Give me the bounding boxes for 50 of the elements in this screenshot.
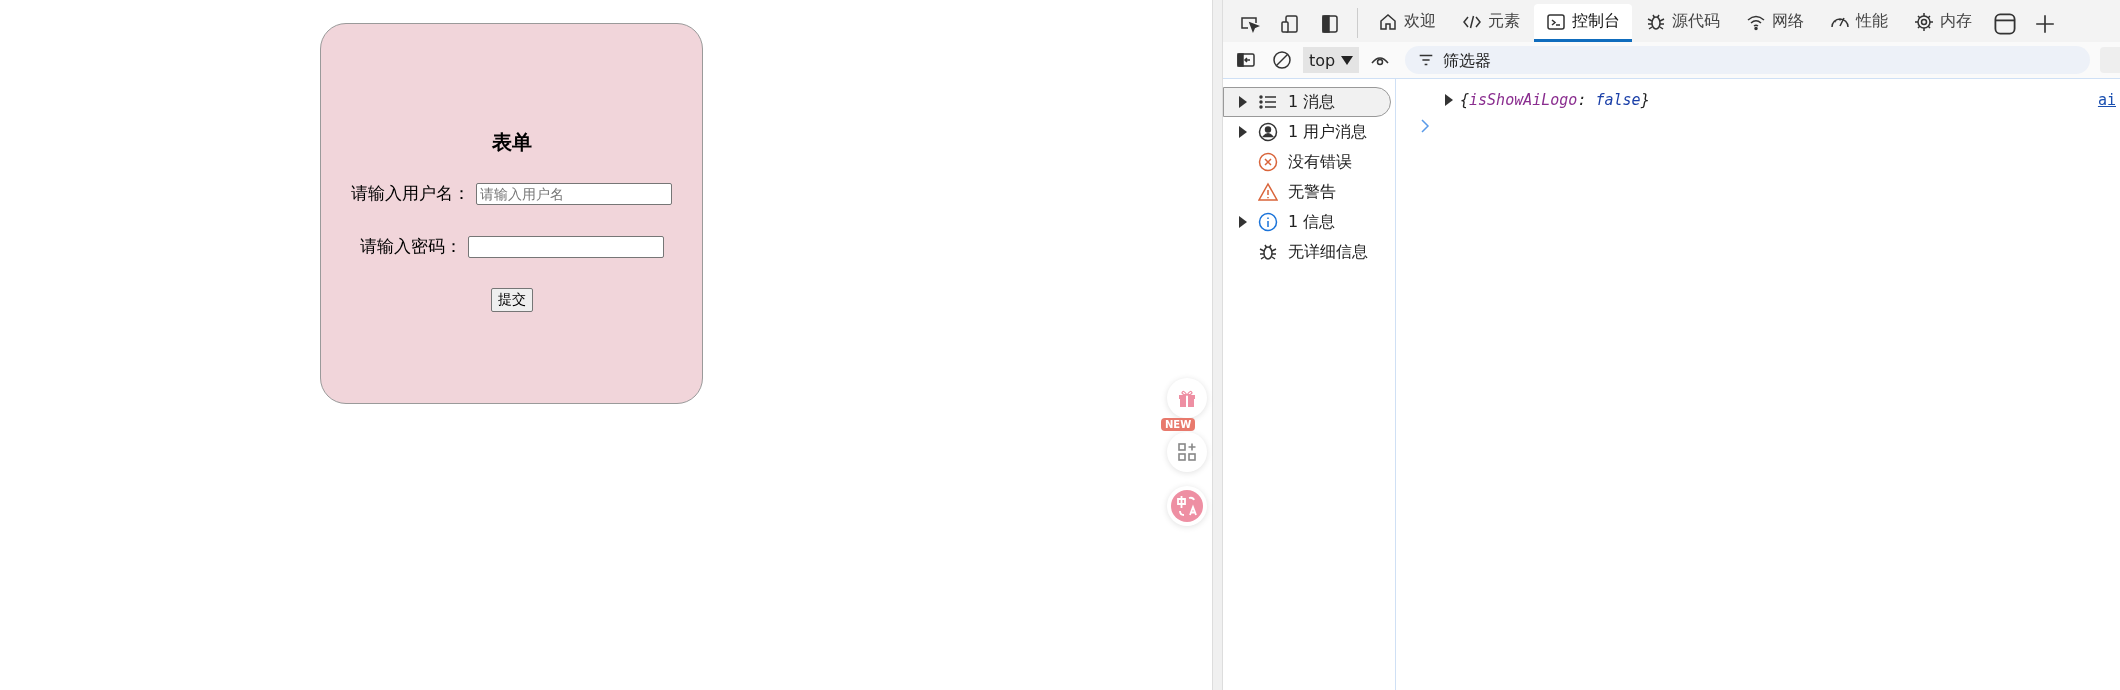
error-icon <box>1258 152 1278 172</box>
caret-icon <box>1341 55 1354 65</box>
dock-icon <box>1320 14 1340 34</box>
sidebar-item[interactable]: 无警告 <box>1223 177 1391 207</box>
form-title: 表单 <box>491 129 532 156</box>
devtools-tab[interactable]: 内存 <box>1902 4 1984 42</box>
input-field[interactable]: 请输入用户名 <box>476 182 672 205</box>
home-icon <box>1378 11 1398 32</box>
console-icon <box>1546 11 1566 32</box>
devtools-tab[interactable]: 控制台 <box>1534 4 1632 42</box>
clear-icon <box>1272 50 1292 70</box>
sidebar-item[interactable]: 1 用户消息 <box>1223 117 1391 147</box>
filter-field[interactable]: 筛选器 <box>1405 46 2090 74</box>
device-icon <box>1280 14 1300 34</box>
user-icon <box>1258 122 1278 142</box>
expand-icon <box>1238 216 1248 228</box>
info-icon <box>1258 212 1278 232</box>
sidebar-item[interactable]: 无详细信息 <box>1223 237 1391 267</box>
devtools-tab[interactable]: 网络 <box>1734 4 1816 42</box>
devtools-tab[interactable]: 欢迎 <box>1366 4 1448 42</box>
source-link[interactable]: ai <box>2097 91 2116 109</box>
panel-icon <box>1993 12 2017 36</box>
devtools-tab[interactable]: 性能 <box>1818 4 1900 42</box>
field-label: 请输入用户名： <box>351 182 470 205</box>
devtools-tab[interactable]: 元素 <box>1450 4 1532 42</box>
console-object[interactable]: {isShowAiLogo: false} <box>1460 91 1650 109</box>
new-badge: NEW <box>1161 418 1196 431</box>
gift-icon <box>1177 388 1197 408</box>
expand-icon <box>1238 126 1248 138</box>
warning-icon <box>1258 182 1278 202</box>
sidebar-toggle-icon <box>1236 50 1256 70</box>
translate-icon <box>1171 490 1203 522</box>
bug-icon <box>1258 242 1278 262</box>
devtools-tab[interactable]: 源代码 <box>1634 4 1732 42</box>
input-field[interactable] <box>467 235 664 258</box>
apps-icon <box>1178 443 1196 461</box>
sidebar-item[interactable]: 1 消息 <box>1223 87 1391 117</box>
context-dropdown[interactable]: top <box>1303 47 1360 73</box>
field-label: 请输入密码： <box>359 235 462 258</box>
sidebar-item[interactable]: 没有错误 <box>1223 147 1391 177</box>
list-icon <box>1258 92 1278 112</box>
expand-icon <box>1238 96 1248 108</box>
splitter-handle[interactable] <box>1212 0 1223 690</box>
inspect-icon <box>1240 14 1260 34</box>
sidebar-item[interactable]: 1 信息 <box>1223 207 1391 237</box>
plus-icon <box>2034 13 2056 35</box>
expand-icon <box>1444 94 1454 106</box>
prompt-icon <box>1420 119 1430 133</box>
submit-button[interactable]: 提交 <box>490 288 533 312</box>
chip-icon <box>1914 11 1934 32</box>
